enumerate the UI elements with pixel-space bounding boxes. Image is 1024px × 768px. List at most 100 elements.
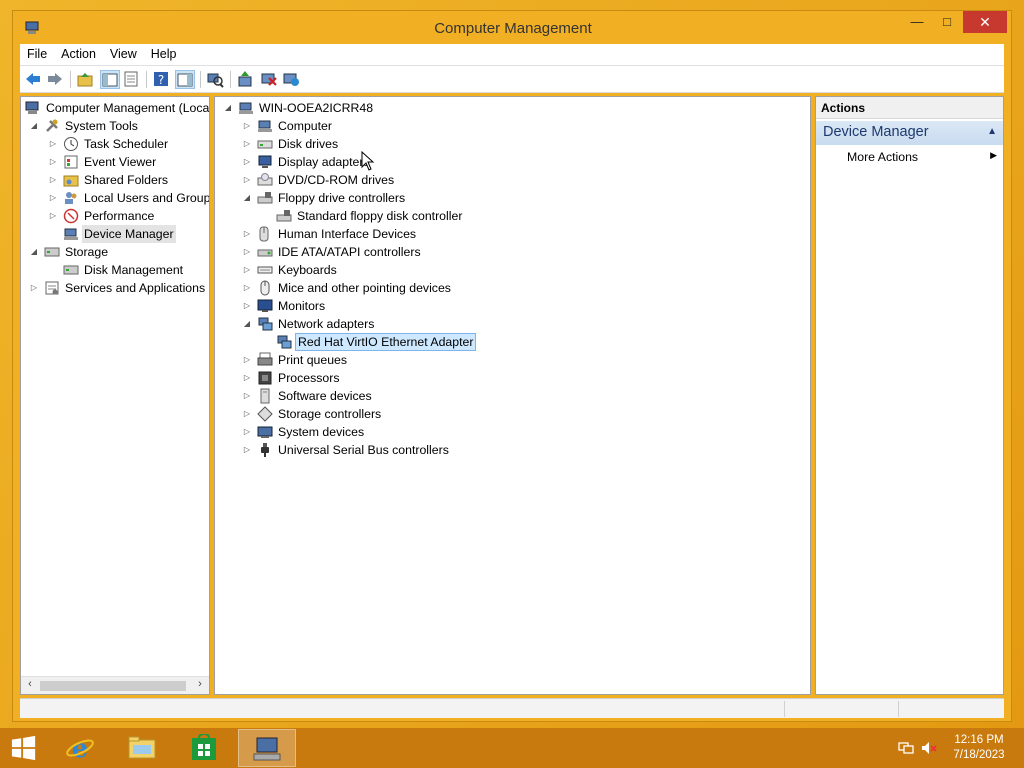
actions-section-device-manager[interactable]: Device Manager ▲ (816, 121, 1003, 145)
expander-icon[interactable]: ▷ (242, 369, 252, 387)
expander-icon[interactable]: ◢ (223, 99, 233, 117)
store-icon (192, 734, 216, 760)
expander-icon[interactable]: ▷ (48, 207, 58, 225)
device-tree-item-label: Floppy drive controllers (278, 191, 406, 205)
update-driver-button[interactable] (236, 70, 256, 89)
device-tree-item-label: Mice and other pointing devices (278, 281, 451, 295)
expander-icon[interactable]: ▷ (242, 405, 252, 423)
device-tree-item-label: Human Interface Devices (278, 227, 417, 241)
expander-icon[interactable]: ▷ (29, 279, 39, 297)
computer-icon (258, 120, 272, 132)
scan-hardware-button[interactable] (206, 70, 226, 89)
enable-device-icon (283, 73, 299, 86)
expander-icon[interactable]: ▷ (242, 135, 252, 153)
collapse-icon[interactable]: ▲ (987, 126, 997, 137)
expander-icon[interactable]: ◢ (29, 243, 39, 261)
submenu-arrow-icon: ▶ (990, 150, 997, 160)
tree-item-label: Device Manager (82, 225, 176, 243)
taskbar-computer-management[interactable] (238, 729, 296, 767)
device-tree-item-label: Network adapters (278, 317, 375, 331)
help-button[interactable]: ? (152, 70, 172, 89)
properties-button[interactable] (122, 70, 142, 89)
svg-text:?: ? (158, 73, 164, 87)
volume-muted-tray-icon[interactable] (921, 740, 937, 756)
show-hide-action-pane-button[interactable] (175, 70, 195, 89)
tree-item-label: Performance (84, 209, 155, 223)
uninstall-device-button[interactable] (260, 70, 280, 89)
taskbar-store[interactable] (176, 729, 234, 767)
clock-icon (64, 137, 78, 151)
expander-icon[interactable]: ▷ (242, 171, 252, 189)
expander-icon[interactable]: ▷ (242, 153, 252, 171)
processor-icon (258, 371, 272, 385)
menu-action[interactable]: Action (54, 44, 103, 64)
horizontal-scrollbar[interactable]: ‹ › (21, 676, 209, 694)
tree-root-label: Computer Management (Local (46, 101, 210, 115)
expander-icon[interactable]: ▷ (242, 423, 252, 441)
expander-icon[interactable]: ▷ (242, 441, 252, 459)
taskbar-internet-explorer[interactable]: e (52, 729, 110, 767)
computer-icon (239, 102, 253, 114)
system-device-icon (257, 426, 273, 438)
more-actions-item[interactable]: More Actions ▶ (816, 147, 1003, 167)
expander-icon[interactable]: ▷ (242, 117, 252, 135)
device-manager-icon (64, 228, 78, 240)
device-tree-item-label: Software devices (278, 389, 372, 403)
device-tree-item-label: Red Hat VirtIO Ethernet Adapter (295, 333, 477, 351)
scrollbar-thumb[interactable] (40, 681, 186, 691)
expander-icon[interactable]: ▷ (242, 243, 252, 261)
expander-icon[interactable]: ▷ (48, 153, 58, 171)
folder-icon (128, 736, 156, 759)
expander-icon[interactable]: ▷ (242, 279, 252, 297)
console-tree-pane[interactable]: Computer Management (Local ◢ System Tool… (20, 96, 210, 695)
disk-management-icon (63, 265, 79, 275)
toolbar-separator (70, 71, 71, 88)
expander-icon[interactable]: ◢ (29, 117, 39, 135)
device-tree-root-label: WIN-OOEA2ICRR48 (259, 101, 374, 115)
device-tree-pane[interactable]: ◢ WIN-OOEA2ICRR48 ▷ Computer ▷ Disk drives ▷… (214, 96, 811, 695)
back-button[interactable] (24, 70, 44, 89)
action-pane-icon (177, 73, 193, 87)
up-one-level-button[interactable] (76, 70, 96, 89)
expander-icon[interactable]: ▷ (242, 261, 252, 279)
device-tree-item-label: DVD/CD-ROM drives (278, 173, 395, 187)
expander-icon[interactable]: ▷ (242, 225, 252, 243)
users-icon (65, 192, 77, 204)
start-button[interactable] (0, 729, 58, 767)
update-driver-icon (238, 71, 252, 87)
services-icon (45, 281, 59, 295)
help-icon: ? (154, 72, 168, 87)
computer-management-icon (253, 737, 281, 761)
expander-icon[interactable]: ▷ (242, 351, 252, 369)
menu-file[interactable]: File (20, 44, 54, 64)
expander-icon[interactable]: ▷ (48, 189, 58, 207)
menu-help[interactable]: Help (144, 44, 184, 64)
expander-icon[interactable]: ◢ (242, 315, 252, 333)
system-tools-icon (46, 119, 58, 132)
console-tree-icon (102, 73, 118, 87)
dvd-drive-icon (257, 173, 273, 186)
device-tree-item-label: Processors (278, 371, 340, 385)
expander-icon[interactable]: ◢ (242, 189, 252, 207)
expander-icon[interactable]: ▷ (48, 135, 58, 153)
status-bar (20, 698, 1004, 718)
forward-button[interactable] (46, 70, 66, 89)
system-clock[interactable]: 12:16 PM 7/18/2023 (944, 733, 1014, 763)
scroll-right-icon[interactable]: › (193, 678, 207, 690)
taskbar-file-explorer[interactable] (114, 729, 172, 767)
enable-device-button[interactable] (282, 70, 302, 89)
network-tray-icon[interactable] (898, 740, 914, 756)
mouse-cursor-icon (361, 151, 375, 171)
menu-view[interactable]: View (103, 44, 144, 64)
floppy-controller-icon (257, 192, 273, 204)
tree-item-label: Disk Management (84, 263, 184, 277)
expander-icon[interactable]: ▷ (242, 387, 252, 405)
internet-explorer-icon: e (66, 734, 94, 762)
scroll-left-icon[interactable]: ‹ (23, 678, 37, 690)
network-adapter-icon (258, 317, 273, 331)
show-hide-console-tree-button[interactable] (100, 70, 120, 89)
expander-icon[interactable]: ▷ (242, 297, 252, 315)
svg-text:e: e (72, 734, 89, 762)
expander-icon[interactable]: ▷ (48, 171, 58, 189)
forward-arrow-icon (48, 73, 62, 85)
